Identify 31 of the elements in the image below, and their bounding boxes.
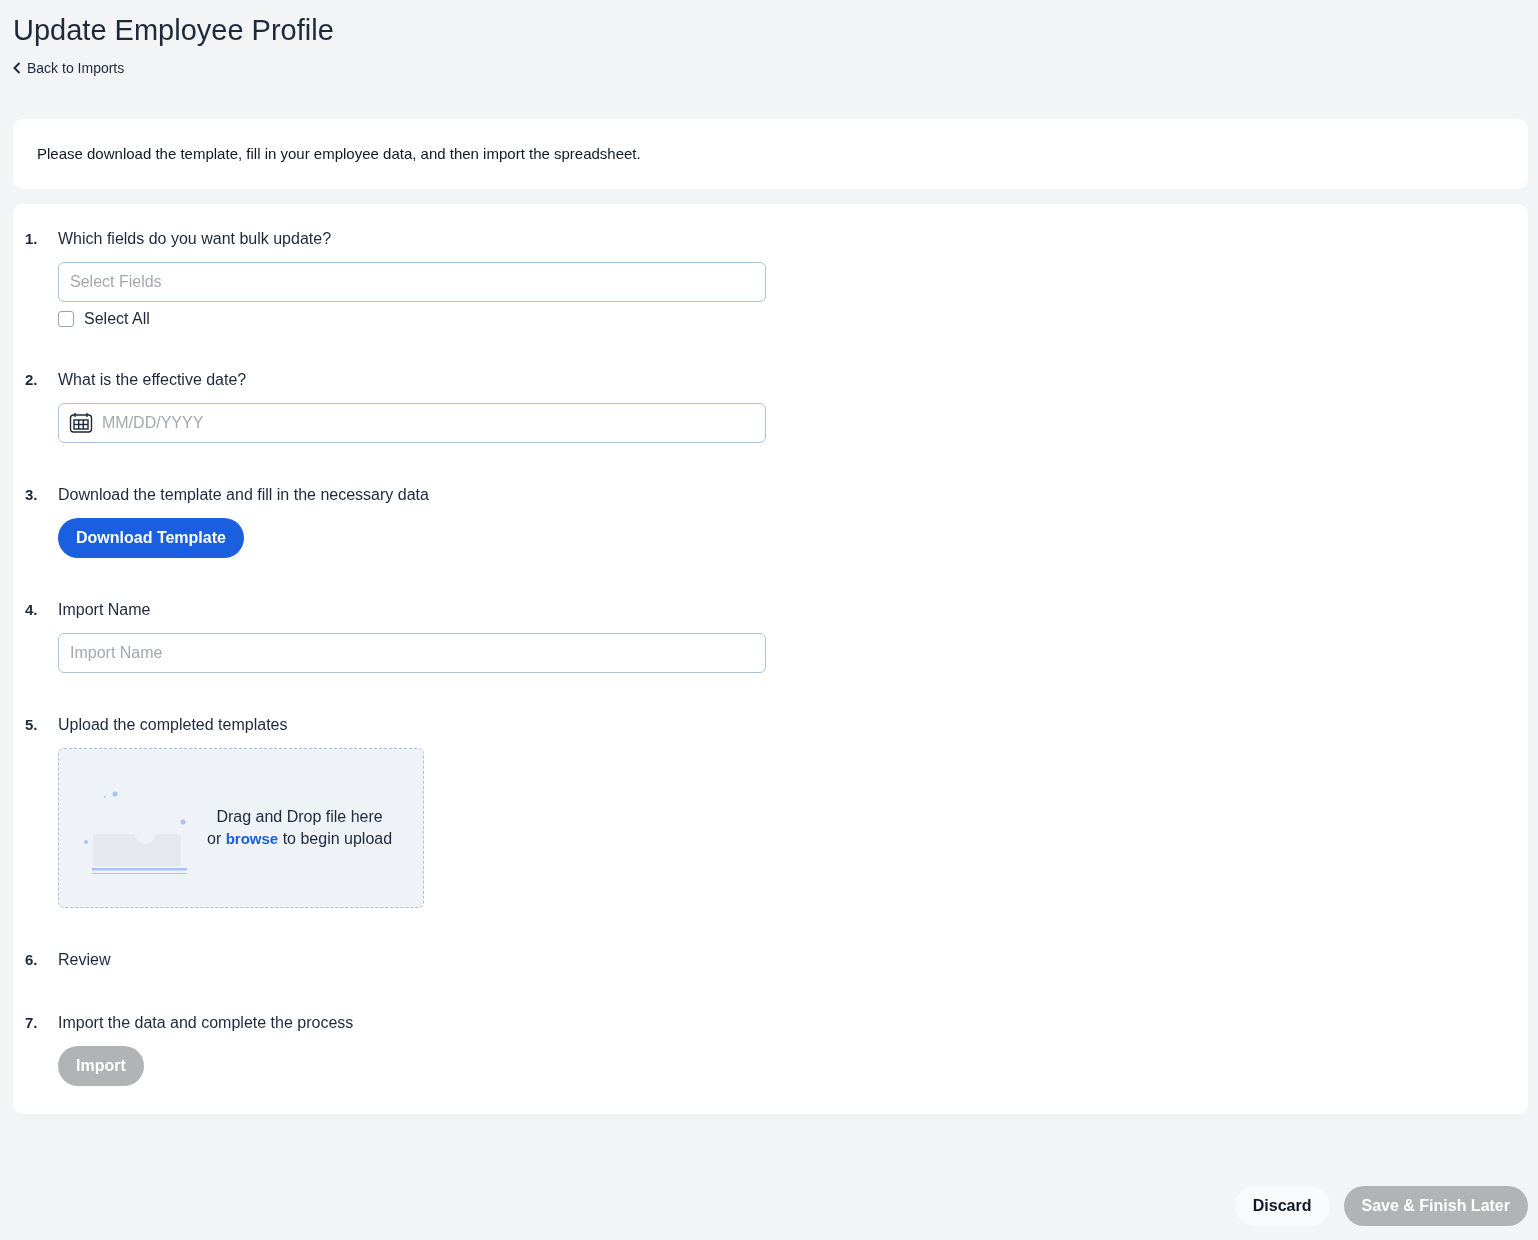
chevron-left-icon bbox=[13, 62, 21, 74]
step-question: Review bbox=[58, 950, 112, 970]
page-title: Update Employee Profile bbox=[13, 13, 335, 48]
step-number: 2. bbox=[25, 370, 39, 390]
step-question: Which fields do you want bulk update? bbox=[58, 229, 333, 249]
calendar-icon bbox=[69, 412, 93, 434]
step-number: 6. bbox=[25, 950, 39, 970]
date-field[interactable]: MM/DD/YYYY bbox=[58, 403, 766, 443]
step-question: Import the data and complete the process bbox=[58, 1013, 355, 1033]
step-question: What is the effective date? bbox=[58, 370, 248, 390]
step-number: 3. bbox=[25, 485, 39, 505]
step-question: Import Name bbox=[58, 600, 152, 620]
action-button[interactable]: Download Template bbox=[58, 518, 244, 558]
file-drop-zone[interactable]: Drag and Drop file here or browse to begin upload bbox=[58, 748, 424, 908]
step-number: 1. bbox=[25, 229, 39, 249]
step-question: Download the template and fill in the necessary data bbox=[58, 485, 430, 505]
select-fields-dropdown[interactable]: Select Fields bbox=[58, 262, 766, 302]
step-number: 4. bbox=[25, 600, 39, 620]
checkbox-label: Select All bbox=[84, 310, 150, 328]
discard-button[interactable]: Discard bbox=[1234, 1186, 1330, 1226]
select-all-checkbox[interactable] bbox=[58, 311, 74, 327]
step-number: 7. bbox=[25, 1013, 39, 1033]
drop-hint: Drag and Drop file here bbox=[215, 807, 384, 827]
step-number: 5. bbox=[25, 715, 39, 735]
drop-hint: or bbox=[207, 830, 222, 847]
back-link[interactable]: Back to Imports bbox=[13, 60, 125, 76]
browse-link[interactable]: browse bbox=[225, 830, 279, 847]
drop-hint: to begin upload bbox=[282, 830, 393, 847]
step-question: Upload the completed templates bbox=[58, 715, 289, 735]
notice-text: Please download the template, fill in your employee data, and then import the spreadsheet. bbox=[37, 145, 642, 162]
import-name-field[interactable]: Import Name bbox=[58, 633, 766, 673]
